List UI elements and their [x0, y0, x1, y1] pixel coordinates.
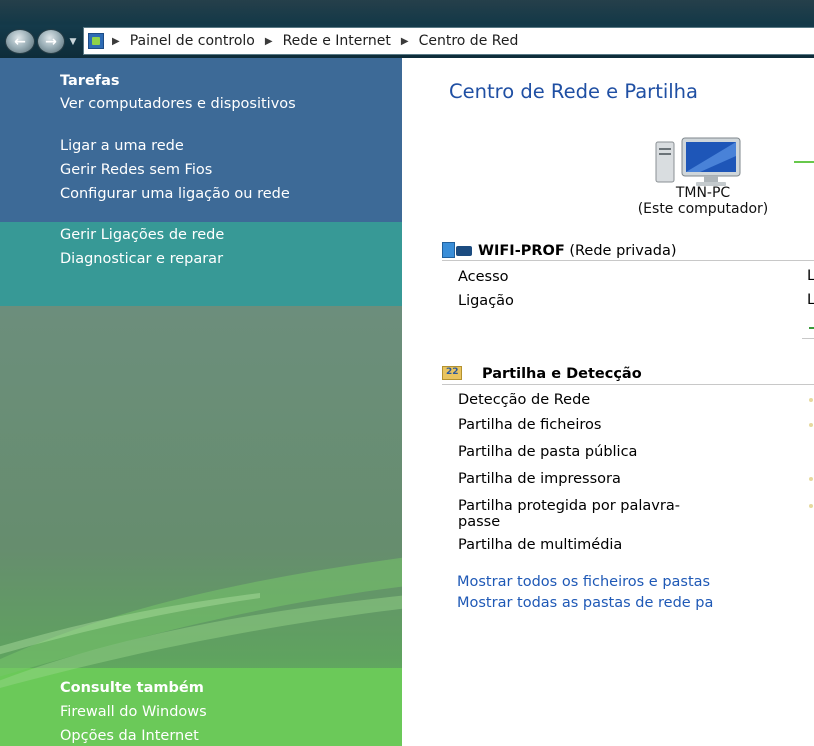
sharing-status-dot — [809, 477, 813, 481]
breadcrumb-separator-icon[interactable]: ▶ — [401, 36, 409, 47]
connection-value: L — [807, 292, 814, 308]
network-icon — [442, 242, 474, 258]
aurora-streak-decoration — [0, 557, 402, 688]
task-view-computers[interactable]: Ver computadores e dispositivos — [60, 96, 300, 113]
breadcrumb-separator-icon[interactable]: ▶ — [112, 36, 120, 47]
breadcrumb-network-center[interactable]: Centro de Red — [419, 33, 519, 49]
access-label: Acesso — [458, 269, 509, 285]
sharing-row-network-discovery: Detecção de Rede — [458, 392, 591, 408]
computer-label: TMN-PC (Este computador) — [598, 185, 808, 217]
sharing-status-dot — [809, 504, 813, 508]
sharing-row-media: Partilha de multimédia — [458, 537, 623, 553]
network-name: WIFI-PROF — [478, 243, 565, 259]
navigation-bar: ← → ▼ ▶ Painel de controlo ▶ Rede e Inte… — [0, 0, 814, 58]
main-content: Centro de Rede e Partilha TMN-PC (Este c… — [402, 58, 814, 746]
task-manage-connections[interactable]: Gerir Ligações de rede — [60, 227, 224, 244]
address-bar[interactable]: ▶ Painel de controlo ▶ Rede e Internet ▶… — [83, 27, 814, 55]
sharing-row-public-folder: Partilha de pasta pública — [458, 444, 638, 460]
back-arrow-icon: ← — [14, 33, 26, 50]
task-pane: Tarefas Ver computadores e dispositivos … — [0, 58, 402, 746]
see-also-internet-options[interactable]: Opções da Internet — [60, 728, 199, 745]
page-title: Centro de Rede e Partilha — [449, 80, 698, 103]
breadcrumb-control-panel[interactable]: Painel de controlo — [130, 33, 255, 49]
task-manage-wireless[interactable]: Gerir Redes sem Fios — [60, 162, 212, 179]
breadcrumb-network-internet[interactable]: Rede e Internet — [283, 33, 391, 49]
sharing-status-dot — [809, 423, 813, 427]
navbar-gloss — [0, 0, 814, 24]
access-value: L — [807, 268, 814, 284]
task-connect-network[interactable]: Ligar a uma rede — [60, 138, 184, 155]
show-all-shared-files-link[interactable]: Mostrar todos os ficheiros e pastas — [457, 574, 710, 590]
task-setup-connection[interactable]: Configurar uma ligação ou rede — [60, 186, 350, 203]
back-button[interactable]: ← — [5, 29, 35, 54]
sharing-status-dot — [809, 398, 813, 402]
computer-name: TMN-PC — [675, 185, 731, 201]
breadcrumb-separator-icon[interactable]: ▶ — [265, 36, 273, 47]
sharing-section-header: 22 Partilha e Detecção — [442, 364, 814, 386]
tasks-heading: Tarefas — [60, 73, 120, 89]
control-panel-icon — [88, 33, 104, 49]
network-section-divider — [442, 260, 814, 261]
connection-status-marker — [809, 327, 814, 329]
see-also-heading: Consulte também — [60, 680, 204, 696]
sharing-title: Partilha e Detecção — [482, 366, 642, 382]
computer-icon[interactable] — [652, 136, 748, 188]
computer-caption: (Este computador) — [637, 201, 769, 217]
sharing-row-file-sharing: Partilha de ficheiros — [458, 417, 602, 433]
see-also-firewall[interactable]: Firewall do Windows — [60, 704, 207, 721]
task-diagnose-repair[interactable]: Diagnosticar e reparar — [60, 251, 223, 268]
sharing-row-printer: Partilha de impressora — [458, 471, 621, 487]
show-all-shared-folders-link[interactable]: Mostrar todas as pastas de rede pa — [457, 595, 713, 611]
recent-pages-dropdown[interactable]: ▼ — [67, 34, 79, 50]
connection-label: Ligação — [458, 293, 514, 309]
sharing-icon: 22 — [442, 364, 464, 380]
sharing-section-divider — [442, 384, 814, 385]
network-map-connection-line — [794, 161, 814, 163]
sharing-row-password-protected: Partilha protegida por palavra-passe — [458, 498, 680, 530]
network-section-end — [802, 338, 814, 339]
forward-button[interactable]: → — [37, 29, 65, 54]
forward-arrow-icon: → — [45, 33, 57, 50]
network-type: (Rede privada) — [569, 243, 677, 259]
